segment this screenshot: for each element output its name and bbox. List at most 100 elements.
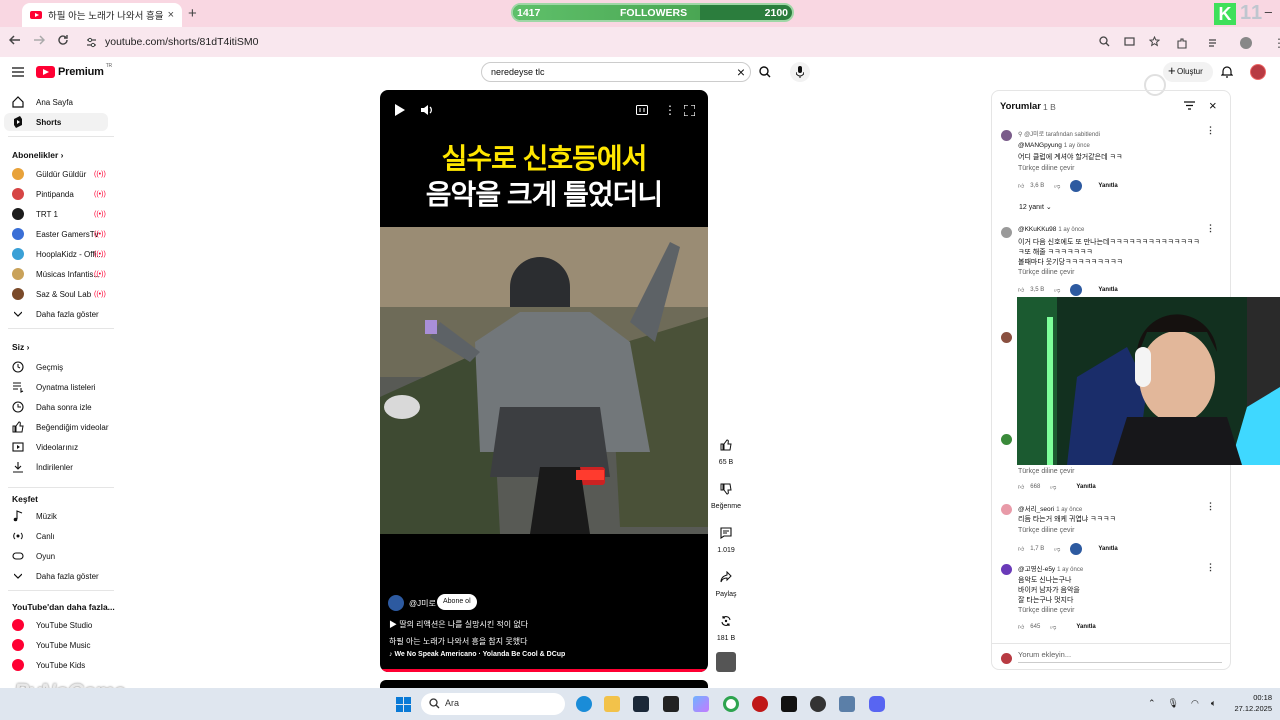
sidebar-item[interactable]: Oyun — [12, 547, 55, 565]
sidebar-item[interactable]: Geçmiş — [12, 358, 63, 376]
like-icon[interactable]: 👍︎ — [1018, 483, 1024, 491]
shorts-video-player[interactable]: ⋮ 실수로 신호등에서 음악을 크게 틀었더니 @J미로 Abone ol ▶ … — [380, 90, 708, 672]
close-tab-icon[interactable]: × — [168, 9, 174, 21]
windows-start-icon[interactable] — [396, 697, 411, 712]
cast-icon[interactable] — [1124, 36, 1135, 47]
reply-button[interactable]: Yanıtla — [1098, 287, 1117, 293]
video-title[interactable]: 하필 아는 노래가 나와서 흥을 참지 못했다 — [389, 636, 527, 647]
taskbar-clock[interactable]: 00:18 27.12.2025 — [1222, 692, 1272, 714]
sort-icon[interactable] — [1184, 101, 1195, 110]
comment-menu-icon[interactable]: ⋮ — [1206, 501, 1215, 512]
comment-menu-icon[interactable]: ⋮ — [1206, 223, 1215, 234]
dislike-button[interactable]: Beğenme — [710, 478, 742, 510]
microphone-icon[interactable]: 🎙︎ — [1168, 698, 1179, 709]
file-explorer-icon[interactable] — [604, 696, 620, 712]
show-more-subscriptions[interactable]: Daha fazla göster — [12, 305, 99, 323]
dislike-icon[interactable]: 👎︎ — [1054, 286, 1060, 294]
youtube-premium-logo[interactable]: Premium TR — [36, 63, 112, 78]
capcut-icon[interactable] — [781, 696, 797, 712]
comments-button[interactable]: 1.019 — [710, 522, 742, 554]
sidebar-item[interactable]: Canlı — [12, 527, 55, 545]
video-description[interactable]: ▶ 딸의 리액션은 나를 실망시킨 적이 없다 — [389, 619, 528, 630]
reply-button[interactable]: Yanıtla — [1076, 484, 1095, 490]
sidebar-item[interactable]: YouTube Studio — [12, 616, 92, 634]
sidebar-item[interactable]: Beğendiğim videolar — [12, 418, 109, 436]
clear-search-icon[interactable]: × — [737, 64, 745, 80]
voice-search-button[interactable] — [790, 62, 810, 82]
dislike-icon[interactable]: 👎︎ — [1054, 182, 1060, 190]
edge-icon[interactable] — [576, 696, 592, 712]
steam-icon[interactable] — [633, 696, 649, 712]
play-icon[interactable] — [395, 104, 405, 116]
sidebar-item[interactable]: YouTube Kids — [12, 656, 85, 674]
like-icon[interactable]: 👍︎ — [1018, 182, 1024, 190]
like-icon[interactable]: 👍︎ — [1018, 545, 1024, 553]
comment-menu-icon[interactable]: ⋮ — [1206, 125, 1215, 136]
like-icon[interactable]: 👍︎ — [1018, 286, 1024, 294]
close-comments-icon[interactable]: × — [1209, 98, 1217, 113]
replies-toggle[interactable]: 12 yanıt ⌄ — [1019, 203, 1052, 211]
speaker-icon[interactable]: 🔈︎ — [1211, 698, 1216, 709]
comment-menu-icon[interactable]: ⋮ — [1206, 562, 1215, 573]
browser-tab[interactable]: 하필 아는 노래가 나와서 흥을 참지 못했다 × — [22, 3, 182, 27]
new-tab-button[interactable]: + — [188, 5, 197, 22]
subscribe-button[interactable]: Abone ol — [437, 594, 477, 610]
copilot-icon[interactable] — [693, 696, 709, 712]
back-icon[interactable] — [9, 34, 21, 46]
sidebar-item[interactable]: YouTube Music — [12, 636, 91, 654]
sidebar-item[interactable]: Oynatma listeleri — [12, 378, 96, 396]
account-avatar[interactable] — [1250, 64, 1266, 80]
profile-avatar-icon[interactable] — [1240, 37, 1252, 49]
progress-bar[interactable] — [380, 669, 708, 672]
menu-dots-icon[interactable]: ⋮ — [1273, 36, 1280, 50]
comment-avatar[interactable] — [1001, 332, 1012, 343]
remix-button[interactable]: 181 B — [710, 610, 742, 642]
app-icon[interactable] — [839, 696, 855, 712]
sidebar-item[interactable]: Müzik — [12, 507, 57, 525]
volume-icon[interactable] — [421, 104, 433, 116]
sound-thumbnail[interactable] — [716, 652, 736, 672]
translate-link[interactable]: Türkçe diline çevir — [1018, 468, 1074, 475]
search-input[interactable]: neredeyse tlc × — [481, 62, 751, 82]
sidebar-item[interactable]: Saz & Soul Lab ((•)) — [12, 285, 106, 303]
comment-avatar[interactable] — [1001, 434, 1012, 445]
wifi-icon[interactable]: ◠ — [1191, 698, 1199, 709]
chrome-icon[interactable] — [723, 696, 739, 712]
dislike-icon[interactable]: 👎︎ — [1050, 483, 1056, 491]
url-field[interactable]: youtube.com/shorts/81dT4itiSM0 — [80, 31, 1160, 53]
sidebar-item[interactable]: Videolarınız — [12, 438, 78, 456]
captions-icon[interactable] — [636, 105, 648, 115]
sidebar-item[interactable]: İndirilenler — [12, 458, 73, 476]
channel-info[interactable]: @J미로 — [388, 595, 436, 611]
sidebar-item[interactable]: TRT 1 ((•)) — [12, 205, 106, 223]
like-icon[interactable]: 👍︎ — [1018, 623, 1024, 631]
share-button[interactable]: Paylaş — [710, 566, 742, 598]
reply-button[interactable]: Yanıtla — [1076, 624, 1095, 630]
sidebar-item-shorts[interactable]: Shorts — [4, 113, 108, 131]
comment-avatar[interactable] — [1001, 130, 1012, 141]
extensions-icon[interactable] — [1176, 37, 1187, 49]
translate-link[interactable]: Türkçe diline çevir — [1018, 527, 1074, 534]
add-comment-input[interactable]: Yorum ekleyin... — [1018, 650, 1071, 659]
translate-link[interactable]: Türkçe diline çevir — [1018, 607, 1074, 614]
reload-icon[interactable] — [57, 34, 69, 46]
forward-icon[interactable] — [33, 34, 45, 46]
bookmark-star-icon[interactable] — [1149, 36, 1160, 47]
sidebar-item[interactable]: Easter GamersTv ((•)) — [12, 225, 106, 243]
dislike-icon[interactable]: 👎︎ — [1054, 545, 1060, 553]
more-options-icon[interactable]: ⋮ — [664, 103, 676, 117]
opera-icon[interactable] — [752, 696, 768, 712]
music-info[interactable]: ♪ We No Speak Americano · Yolanda Be Coo… — [389, 651, 565, 658]
fullscreen-icon[interactable] — [684, 105, 695, 116]
sidebar-item[interactable]: Pintipanda ((•)) — [12, 185, 106, 203]
discord-icon[interactable] — [869, 696, 885, 712]
obs-icon[interactable] — [810, 696, 826, 712]
you-header[interactable]: Siz › — [12, 342, 29, 352]
comment-avatar[interactable] — [1001, 564, 1012, 575]
show-more-explore[interactable]: Daha fazla göster — [12, 567, 99, 585]
minimize-icon[interactable]: – — [1265, 4, 1272, 19]
notifications-bell-icon[interactable] — [1221, 65, 1233, 78]
translate-link[interactable]: Türkçe diline çevir — [1018, 269, 1074, 276]
reply-button[interactable]: Yanıtla — [1098, 546, 1117, 552]
sidebar-item[interactable]: Güldür Güldür ((•)) — [12, 165, 106, 183]
